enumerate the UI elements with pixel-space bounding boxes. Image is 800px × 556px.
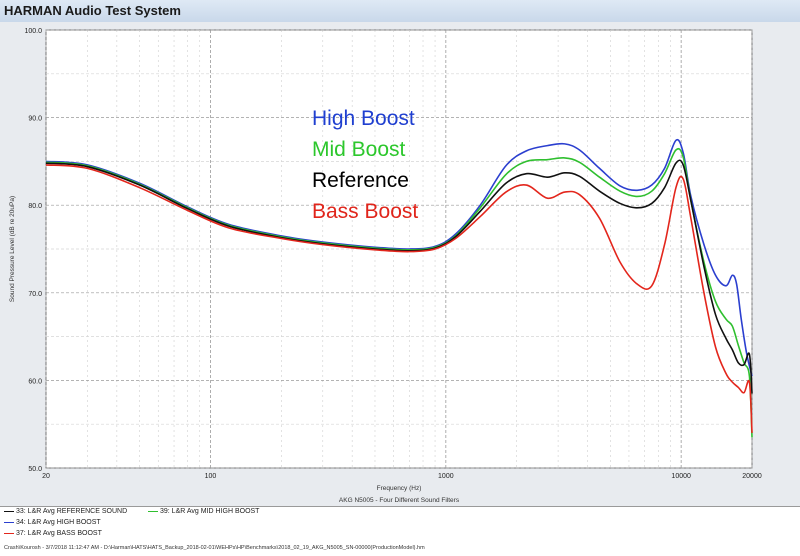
annotation-high-boost: High Boost [312, 107, 415, 130]
legend-item-high-boost: 34: L&R Avg HIGH BOOST [4, 519, 101, 526]
legend-label-mid-boost: 39: L&R Avg MID HIGH BOOST [160, 508, 260, 515]
legend-label-bass-boost: 37: L&R Avg BASS BOOST [16, 530, 102, 537]
annotation-bass-boost: Bass Boost [312, 200, 418, 223]
legend-item-bass-boost: 37: L&R Avg BASS BOOST [4, 530, 102, 537]
x-tick-label: 20000 [742, 473, 762, 480]
y-tick-label: 70.0 [28, 291, 42, 298]
legend-swatch-bass-boost [4, 532, 14, 534]
x-tick-label: 100 [205, 473, 217, 480]
legend-label-high-boost: 34: L&R Avg HIGH BOOST [16, 519, 101, 526]
x-tick-label: 1000 [438, 473, 454, 480]
y-tick-label: 90.0 [28, 116, 42, 123]
title-bar: HARMAN Audio Test System [0, 0, 800, 23]
legend-swatch-reference [4, 510, 14, 512]
legend-divider [0, 506, 800, 507]
y-tick-label: 100.0 [24, 28, 42, 35]
annotation-mid-boost: Mid Boost [312, 138, 406, 161]
x-tick-label: 20 [42, 473, 50, 480]
y-tick-label: 60.0 [28, 378, 42, 385]
plot-frame: 100.0 90.0 80.0 70.0 60.0 50.0 20 100 1000 10000 2… [0, 22, 800, 506]
y-axis-label: Sound Pressure Level (dB re 20uPa) [9, 196, 16, 302]
legend-swatch-mid-boost [148, 510, 158, 512]
chart-caption: AKG N5005 - Four Different Sound Filters [339, 497, 460, 504]
legend-item-mid-boost: 39: L&R Avg MID HIGH BOOST [148, 508, 259, 515]
window-title: HARMAN Audio Test System [4, 3, 181, 18]
y-tick-label: 80.0 [28, 203, 42, 210]
frequency-response-chart: 100.0 90.0 80.0 70.0 60.0 50.020 100 1000 10000 2… [9, 28, 762, 504]
annotation-reference: Reference [312, 169, 409, 192]
legend-item-reference: 33: L&R Avg REFERENCE SOUND [4, 508, 127, 515]
file-path-footer: Crash\Kourosh - 3/7/2018 11:12:47 AM - D… [4, 545, 425, 551]
legend-label-reference: 33: L&R Avg REFERENCE SOUND [16, 508, 128, 515]
x-tick-label: 10000 [671, 473, 691, 480]
y-tick-label: 50.0 [28, 466, 42, 473]
x-axis-label: Frequency (Hz) [377, 485, 422, 492]
legend-swatch-high-boost [4, 521, 14, 523]
